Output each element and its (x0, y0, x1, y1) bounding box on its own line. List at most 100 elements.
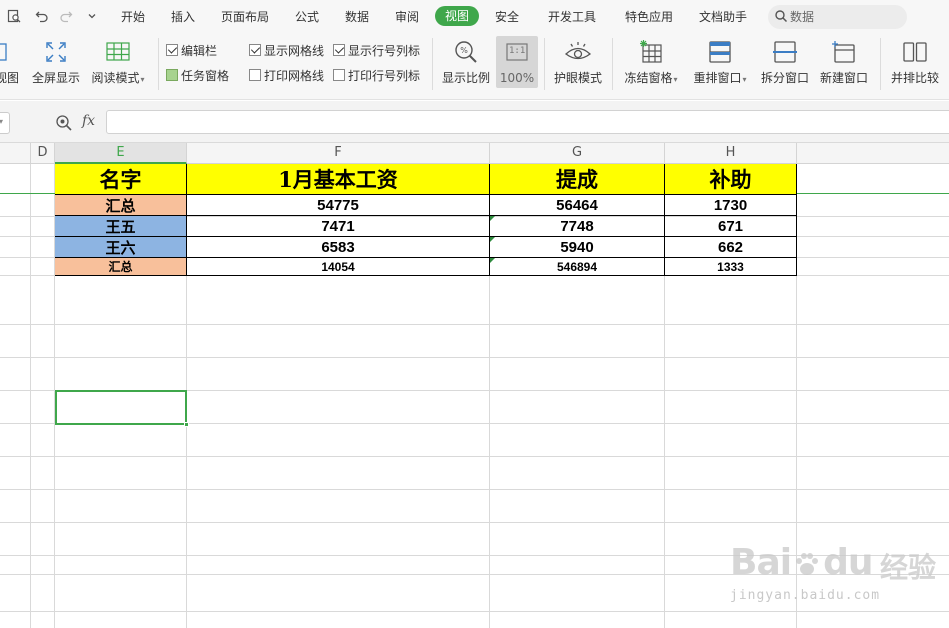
tab-start[interactable]: 开始 (121, 8, 145, 26)
tab-insert[interactable]: 插入 (171, 8, 195, 26)
show-headings-checkbox[interactable]: 显示行号列标 (333, 42, 420, 58)
error-indicator-icon (490, 258, 495, 263)
read-mode-button[interactable]: 阅读模式▾ (88, 32, 148, 100)
column-header-e[interactable]: E (55, 143, 187, 164)
separator (432, 38, 433, 90)
tab-security[interactable]: 安全 (495, 8, 519, 26)
zoom-100-label: 100% (499, 71, 535, 85)
show-gridlines-checkbox[interactable]: 显示网格线 (249, 42, 324, 58)
watermark-brand: Bai du (730, 542, 873, 583)
print-headings-label: 打印行号列标 (348, 68, 421, 83)
freeze-panes-label: 冻结窗格 (624, 71, 673, 85)
print-headings-checkbox[interactable]: 打印行号列标 (333, 67, 420, 83)
gridline (0, 357, 949, 358)
split-window-button[interactable]: 拆分窗口 (758, 32, 812, 100)
separator (880, 38, 881, 90)
table-cell-name[interactable]: 王五 (55, 216, 187, 237)
compare-side-by-side-button[interactable]: 并排比较 (888, 32, 942, 100)
error-indicator-icon (490, 237, 495, 242)
table-cell-name[interactable]: 王六 (55, 237, 187, 258)
caret-down-icon: ▾ (673, 75, 678, 84)
tab-view[interactable]: 视图 (435, 6, 480, 26)
table-cell[interactable]: 1730 (665, 195, 797, 216)
svg-text:%: % (460, 46, 468, 55)
table-cell[interactable]: 546894 (490, 258, 665, 276)
name-box[interactable]: ▾ (0, 112, 10, 134)
column-header-g[interactable]: G (490, 143, 665, 164)
fullscreen-button[interactable]: 全屏显示 (30, 32, 82, 100)
zoom-percent-icon: % (452, 38, 480, 66)
column-header-h[interactable]: H (665, 143, 797, 164)
table-cell[interactable]: 671 (665, 216, 797, 237)
tab-formula[interactable]: 公式 (295, 8, 319, 26)
print-gridlines-checkbox[interactable]: 打印网格线 (249, 67, 324, 83)
checkbox-unchecked-icon (333, 69, 345, 81)
checkbox-checked-icon (249, 44, 261, 56)
separator (544, 38, 545, 90)
chevron-down-icon: ▾ (0, 117, 4, 126)
table-cell[interactable]: 662 (665, 237, 797, 258)
menu-bar: 开始 插入 页面布局 公式 数据 审阅 视图 安全 开发工具 特色应用 文档助手… (0, 0, 949, 32)
spreadsheet-grid[interactable]: 名字 1月基本工资 提成 补助 汇总 54775 56464 1730 王五 7… (0, 164, 949, 628)
table-cell[interactable]: 14054 (187, 258, 490, 276)
tab-data[interactable]: 数据 (345, 8, 369, 26)
header-cell-name[interactable]: 名字 (55, 164, 187, 195)
view-button[interactable]: 视图 (0, 32, 22, 100)
table-cell-name[interactable]: 汇总 (55, 258, 187, 276)
tab-developer-tools[interactable]: 开发工具 (548, 8, 596, 26)
table-cell[interactable]: 54775 (187, 195, 490, 216)
error-indicator-icon (490, 216, 495, 221)
tab-special-apps[interactable]: 特色应用 (625, 8, 673, 26)
chevron-down-icon[interactable] (84, 8, 100, 24)
search-box[interactable]: 数据 (768, 5, 907, 29)
column-header-blank[interactable] (797, 143, 949, 164)
table-cell[interactable]: 56464 (490, 195, 665, 216)
freeze-panes-icon (637, 38, 665, 66)
view-icon (0, 38, 21, 66)
undo-icon[interactable] (34, 8, 50, 24)
gridline (0, 456, 949, 457)
new-window-button[interactable]: 新建窗口 (816, 32, 872, 100)
freeze-panes-button[interactable]: 冻结窗格▾ (620, 32, 682, 100)
header-cell-commission[interactable]: 提成 (490, 164, 665, 195)
gridline (0, 522, 949, 523)
tab-doc-assistant[interactable]: 文档助手 (699, 8, 747, 26)
eye-mode-button[interactable]: 护眼模式 (552, 32, 604, 100)
arrange-windows-button[interactable]: 重排窗口▾ (690, 32, 750, 100)
column-header-f[interactable]: F (187, 143, 490, 164)
table-cell[interactable]: 7471 (187, 216, 490, 237)
active-cell-selection[interactable] (55, 390, 189, 427)
checkbox-unchecked-icon (249, 69, 261, 81)
table-cell[interactable]: 7748 (490, 216, 665, 237)
read-mode-label: 阅读模式 (91, 71, 140, 85)
zoom-search-icon[interactable] (55, 114, 73, 132)
column-header-blank[interactable] (0, 143, 31, 164)
header-cell-base-salary[interactable]: 1月基本工资 (187, 164, 490, 195)
table-cell[interactable]: 1333 (665, 258, 797, 276)
task-pane-checkbox[interactable]: 任务窗格 (166, 67, 229, 83)
show-headings-label: 显示行号列标 (348, 43, 421, 58)
checkbox-filled-icon (166, 69, 178, 81)
preview-icon[interactable] (6, 8, 22, 24)
fx-icon[interactable]: fx (82, 113, 95, 129)
watermark-url: jingyan.baidu.com (730, 588, 881, 603)
arrange-windows-icon (706, 38, 734, 66)
tab-review[interactable]: 审阅 (395, 8, 419, 26)
redo-icon[interactable] (58, 8, 74, 24)
header-cell-subsidy[interactable]: 补助 (665, 164, 797, 195)
read-mode-icon (104, 38, 132, 66)
compare-icon (901, 38, 929, 66)
edit-bar-checkbox[interactable]: 编辑栏 (166, 42, 217, 58)
eye-mode-label: 护眼模式 (553, 71, 602, 85)
fullscreen-label: 全屏显示 (31, 71, 80, 85)
fill-handle[interactable] (184, 422, 189, 427)
table-cell-name[interactable]: 汇总 (55, 195, 187, 216)
ribbon-toolbar: 视图 全屏显示 阅读模式▾ 编辑栏 任务窗格 显示网格线 打印网格线 显示行号列… (0, 32, 949, 100)
tab-page-layout[interactable]: 页面布局 (221, 8, 269, 26)
formula-input[interactable] (106, 110, 949, 134)
gridline (0, 555, 949, 556)
table-cell[interactable]: 6583 (187, 237, 490, 258)
zoom-button[interactable]: % 显示比例 (440, 32, 492, 100)
column-header-d[interactable]: D (31, 143, 55, 164)
table-cell[interactable]: 5940 (490, 237, 665, 258)
